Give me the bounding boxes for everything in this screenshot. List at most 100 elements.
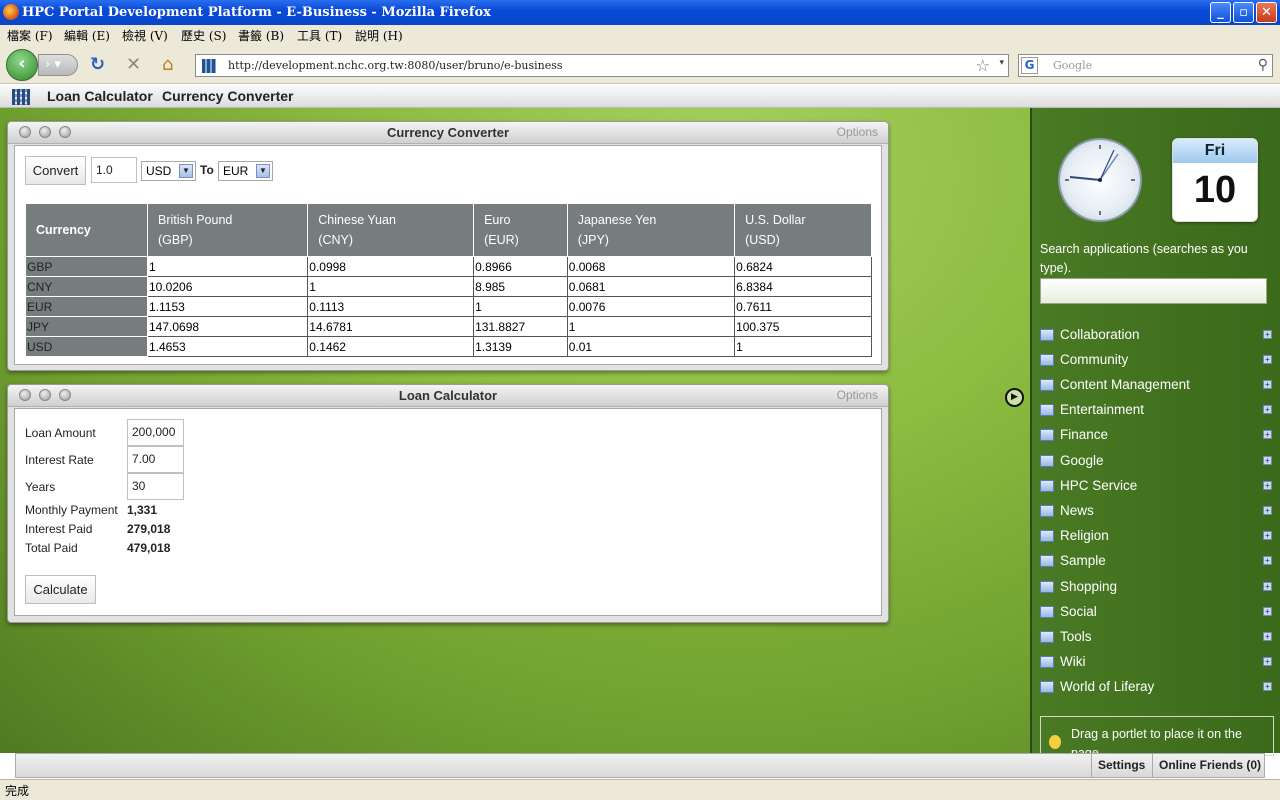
category-collaboration[interactable]: Collaboration +: [1040, 326, 1272, 346]
search-icon[interactable]: ⚲: [1258, 57, 1268, 73]
category-hpc-service[interactable]: HPC Service +: [1040, 477, 1272, 497]
url-bar[interactable]: http://development.nchc.org.tw:8080/user…: [195, 54, 1009, 77]
expand-icon[interactable]: +: [1263, 607, 1272, 616]
category-label: Sample: [1060, 553, 1106, 568]
total-paid-value: 479,018: [127, 541, 171, 555]
portlet-title: Currency Converter: [386, 125, 510, 140]
category-label: Tools: [1060, 629, 1092, 644]
portlet-body: Loan Amount 200,000 Interest Rate 7.00 Y…: [14, 408, 882, 616]
expand-icon[interactable]: +: [1263, 380, 1272, 389]
table-cell: 0.1462: [307, 336, 475, 357]
portlet-body: Convert 1.0 USD ▼ To EUR ▼ Currency Britis…: [14, 145, 882, 365]
home-icon[interactable]: ⌂: [162, 56, 173, 74]
maximize-button[interactable]: ▫: [1233, 2, 1254, 23]
minimize-button[interactable]: _: [1210, 2, 1231, 23]
category-wiki[interactable]: Wiki +: [1040, 653, 1272, 673]
currency-converter-portlet: Currency Converter Options Convert 1.0 U…: [7, 121, 889, 371]
menu-edit[interactable]: 編輯 (E): [64, 27, 110, 44]
category-tools[interactable]: Tools +: [1040, 628, 1272, 648]
expand-icon[interactable]: +: [1263, 430, 1272, 439]
back-button[interactable]: ‹: [6, 49, 38, 81]
menu-help[interactable]: 說明 (H): [355, 27, 403, 44]
row-header: GBP: [25, 256, 148, 277]
loan-amount-label: Loan Amount: [25, 426, 96, 440]
search-bar[interactable]: G Google ⚲: [1018, 54, 1273, 77]
column-header-gbp: British Pound (GBP): [146, 203, 309, 257]
url-dropdown-icon[interactable]: ▾: [999, 58, 1004, 68]
from-currency-select[interactable]: USD ▼: [141, 161, 196, 181]
menu-view[interactable]: 檢視 (V): [122, 27, 168, 44]
dock-link-currency-converter[interactable]: Currency Converter: [162, 88, 294, 104]
dock-link-loan-calculator[interactable]: Loan Calculator: [47, 88, 153, 104]
calendar-widget: Fri 10: [1172, 138, 1258, 222]
amount-input[interactable]: 1.0: [91, 157, 137, 183]
forward-button[interactable]: › ▾: [38, 54, 78, 76]
expand-icon[interactable]: +: [1263, 355, 1272, 364]
column-header-currency: Currency: [25, 203, 148, 257]
table-cell: 1: [307, 276, 475, 297]
category-content-management[interactable]: Content Management +: [1040, 376, 1272, 396]
expand-icon[interactable]: +: [1263, 481, 1272, 490]
table-cell: 0.1113: [307, 296, 475, 317]
site-favicon: [202, 59, 216, 73]
expand-icon[interactable]: +: [1263, 657, 1272, 666]
category-news[interactable]: News +: [1040, 502, 1272, 522]
category-entertainment[interactable]: Entertainment +: [1040, 401, 1272, 421]
convert-button[interactable]: Convert: [25, 156, 86, 185]
reload-icon[interactable]: ↻: [90, 56, 105, 74]
clock-face-icon: [1065, 145, 1135, 215]
category-social[interactable]: Social +: [1040, 603, 1272, 623]
expand-icon[interactable]: +: [1263, 405, 1272, 414]
expand-icon[interactable]: +: [1263, 506, 1272, 515]
years-input[interactable]: 30: [127, 473, 184, 500]
stop-icon[interactable]: ✕: [126, 56, 141, 74]
category-community[interactable]: Community +: [1040, 351, 1272, 371]
table-cell: 0.01: [566, 336, 736, 357]
bookmark-star-icon[interactable]: ☆: [976, 56, 990, 75]
table-cell: 100.375: [734, 316, 872, 337]
expand-icon[interactable]: +: [1263, 682, 1272, 691]
menu-history[interactable]: 歷史 (S): [181, 27, 226, 44]
category-label: HPC Service: [1060, 478, 1138, 493]
options-link[interactable]: Options: [837, 125, 878, 139]
expand-icon[interactable]: +: [1263, 632, 1272, 641]
expand-icon[interactable]: +: [1263, 531, 1272, 540]
expand-icon[interactable]: +: [1263, 556, 1272, 565]
column-header-eur: Euro (EUR): [473, 203, 568, 257]
calculate-button[interactable]: Calculate: [25, 575, 96, 604]
liferay-logo[interactable]: [12, 89, 30, 105]
menu-bookmarks[interactable]: 書籤 (B): [238, 27, 284, 44]
chevron-down-icon: ▼: [179, 164, 193, 178]
expand-icon[interactable]: +: [1263, 582, 1272, 591]
category-google[interactable]: Google +: [1040, 452, 1272, 472]
google-engine-icon[interactable]: G: [1021, 57, 1038, 74]
menu-tools[interactable]: 工具 (T): [297, 27, 342, 44]
online-friends-button[interactable]: Online Friends (0): [1152, 754, 1266, 777]
row-header: JPY: [25, 316, 148, 337]
category-sample[interactable]: Sample +: [1040, 552, 1272, 572]
interest-rate-input[interactable]: 7.00: [127, 446, 184, 473]
folder-icon: [1040, 530, 1054, 542]
portlet-header[interactable]: Loan Calculator Options: [8, 385, 888, 407]
category-shopping[interactable]: Shopping +: [1040, 578, 1272, 598]
category-label: Shopping: [1060, 579, 1118, 594]
loan-amount-input[interactable]: 200,000: [127, 419, 184, 446]
search-applications-input[interactable]: [1040, 278, 1267, 304]
to-currency-select[interactable]: EUR ▼: [218, 161, 273, 181]
close-window-button[interactable]: ✕: [1256, 2, 1277, 23]
url-text: http://development.nchc.org.tw:8080/user…: [228, 59, 563, 72]
total-paid-label: Total Paid: [25, 541, 78, 555]
expand-icon[interactable]: +: [1263, 330, 1272, 339]
options-link[interactable]: Options: [837, 388, 878, 402]
table-cell: 1: [473, 296, 568, 317]
portlet-header[interactable]: Currency Converter Options: [8, 122, 888, 144]
settings-button[interactable]: Settings: [1091, 754, 1158, 777]
expand-icon[interactable]: +: [1263, 456, 1272, 465]
menu-file[interactable]: 檔案 (F): [7, 27, 53, 44]
category-label: Collaboration: [1060, 327, 1140, 342]
monthly-payment-label: Monthly Payment: [25, 503, 118, 517]
category-world-of-liferay[interactable]: World of Liferay +: [1040, 678, 1272, 698]
category-finance[interactable]: Finance +: [1040, 426, 1272, 446]
toggle-sidebar-icon[interactable]: ▶: [1005, 388, 1024, 407]
category-religion[interactable]: Religion +: [1040, 527, 1272, 547]
